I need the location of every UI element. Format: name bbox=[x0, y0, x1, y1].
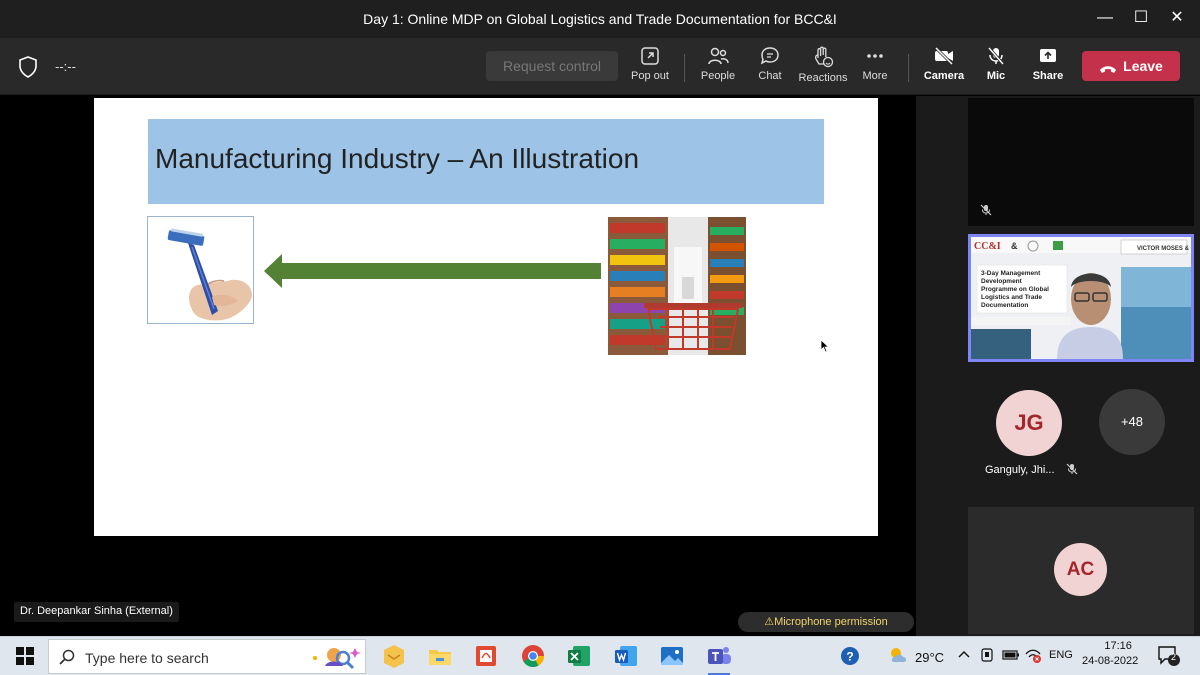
network-icon[interactable] bbox=[1024, 647, 1042, 663]
svg-text:Development: Development bbox=[981, 278, 1023, 285]
more-label: More bbox=[862, 70, 888, 82]
taskbar-search-box[interactable]: Type here to search bbox=[48, 639, 366, 674]
svg-text:CC&I: CC&I bbox=[974, 241, 1001, 252]
presentation-slide: Manufacturing Industry – An Illustration bbox=[94, 98, 878, 536]
minimize-button[interactable]: — bbox=[1090, 4, 1120, 32]
clock[interactable]: 17:16 24-08-2022 bbox=[1082, 640, 1138, 667]
notification-count: 2 bbox=[1171, 652, 1177, 662]
participant-avatar-ac[interactable]: AC bbox=[1054, 543, 1107, 596]
leave-label: Leave bbox=[1123, 58, 1163, 74]
close-window-button[interactable]: ✕ bbox=[1162, 4, 1192, 32]
window-title: Day 1: Online MDP on Global Logistics an… bbox=[363, 11, 837, 27]
camera-off-icon bbox=[934, 46, 954, 66]
mic-off-icon bbox=[987, 47, 1005, 65]
svg-text:Programme on Global: Programme on Global bbox=[981, 286, 1049, 293]
people-label: People bbox=[700, 70, 736, 82]
phone-hangup-icon bbox=[1100, 66, 1117, 73]
search-icon bbox=[59, 649, 75, 665]
chat-icon bbox=[760, 47, 779, 65]
device-icon[interactable] bbox=[980, 647, 994, 663]
window-title-bar: Day 1: Online MDP on Global Logistics an… bbox=[0, 0, 1200, 38]
supermarket-image bbox=[608, 217, 746, 355]
toolbar-divider bbox=[684, 54, 685, 82]
mouse-cursor-icon bbox=[820, 339, 830, 353]
clock-time: 17:16 bbox=[1104, 640, 1132, 652]
file-explorer-icon[interactable] bbox=[425, 641, 455, 671]
svg-text:Logistics and Trade: Logistics and Trade bbox=[981, 294, 1042, 301]
mic-label: Mic bbox=[986, 70, 1006, 82]
pop-out-label: Pop out bbox=[631, 70, 669, 82]
presenter-name-tag: Dr. Deepankar Sinha (External) bbox=[14, 602, 179, 622]
more-participants-button[interactable]: +48 bbox=[1099, 389, 1165, 455]
mic-button[interactable]: Mic bbox=[968, 46, 1024, 90]
svg-text:Documentation: Documentation bbox=[981, 302, 1028, 309]
more-button[interactable]: More bbox=[847, 46, 903, 90]
camera-label: Camera bbox=[923, 70, 965, 82]
chevron-up-icon[interactable] bbox=[958, 649, 970, 659]
teams-icon[interactable] bbox=[704, 641, 734, 671]
camera-button[interactable]: Camera bbox=[916, 46, 972, 90]
slide-title-bar: Manufacturing Industry – An Illustration bbox=[148, 119, 824, 204]
windows-start-icon[interactable] bbox=[16, 647, 34, 665]
more-dots-icon bbox=[867, 54, 883, 58]
share-button[interactable]: Share bbox=[1020, 46, 1076, 90]
pdf-reader-icon[interactable] bbox=[471, 641, 501, 671]
presenter-video-tile[interactable]: CC&I & VICTOR MOSES & CO. 3-Day Manageme… bbox=[968, 234, 1194, 362]
svg-text:?: ? bbox=[846, 650, 853, 664]
chat-label: Chat bbox=[758, 70, 782, 82]
toolbar-divider bbox=[908, 54, 909, 82]
razor-image bbox=[147, 216, 254, 324]
search-placeholder: Type here to search bbox=[85, 650, 209, 666]
language-indicator[interactable]: ENG bbox=[1049, 649, 1073, 661]
participant-video-tile[interactable] bbox=[968, 98, 1194, 226]
chat-button[interactable]: Chat bbox=[742, 46, 798, 90]
reactions-button[interactable]: Reactions bbox=[795, 46, 851, 90]
svg-text:&: & bbox=[1011, 241, 1018, 251]
request-control-button[interactable]: Request control bbox=[486, 51, 618, 81]
maximize-button[interactable]: ☐ bbox=[1126, 4, 1156, 32]
mic-off-icon bbox=[1066, 463, 1077, 475]
shield-icon[interactable] bbox=[18, 56, 38, 78]
pop-out-button[interactable]: Pop out bbox=[622, 46, 678, 90]
participant-avatar-jg[interactable]: JG bbox=[996, 390, 1062, 456]
pop-out-icon bbox=[641, 47, 659, 65]
presenter-video-feed: CC&I & VICTOR MOSES & CO. 3-Day Manageme… bbox=[971, 237, 1191, 359]
clock-date: 24-08-2022 bbox=[1082, 655, 1139, 667]
taskbar-app-icon-sticky[interactable] bbox=[379, 641, 409, 671]
mic-off-icon bbox=[980, 204, 992, 216]
people-button[interactable]: People bbox=[690, 46, 746, 90]
help-icon[interactable]: ? bbox=[840, 646, 860, 666]
word-icon[interactable] bbox=[611, 641, 641, 671]
temperature-text[interactable]: 29°C bbox=[915, 650, 944, 665]
slide-title: Manufacturing Industry – An Illustration bbox=[155, 143, 640, 174]
people-icon bbox=[708, 47, 729, 65]
svg-text:3-Day Management: 3-Day Management bbox=[981, 270, 1041, 277]
svg-text:VICTOR MOSES & CO.: VICTOR MOSES & CO. bbox=[1137, 246, 1191, 252]
windows-taskbar: Type here to search ? 29°C ENG 17:16 24-… bbox=[0, 636, 1200, 675]
notifications-button[interactable]: 2 bbox=[1157, 645, 1181, 672]
chrome-icon[interactable] bbox=[518, 641, 548, 671]
search-highlight-icon bbox=[313, 648, 361, 670]
participant-name-jg-text: Ganguly, Jhi... bbox=[985, 464, 1055, 476]
photos-icon[interactable] bbox=[657, 641, 687, 671]
battery-icon[interactable] bbox=[1002, 648, 1020, 662]
excel-icon[interactable] bbox=[564, 641, 594, 671]
microphone-permission-banner[interactable]: ⚠Microphone permission bbox=[738, 612, 914, 632]
share-label: Share bbox=[1032, 70, 1064, 82]
reactions-label: Reactions bbox=[798, 72, 848, 84]
participant-name-jg: Ganguly, Jhi... bbox=[985, 463, 1078, 476]
weather-icon[interactable] bbox=[888, 645, 910, 665]
leave-button[interactable]: Leave bbox=[1082, 51, 1180, 81]
share-icon bbox=[1040, 49, 1056, 62]
notification-icon bbox=[1158, 646, 1180, 666]
reactions-icon bbox=[814, 46, 834, 68]
meeting-toolbar: --:-- Request control Pop out People Cha… bbox=[0, 38, 1200, 95]
arrow-left-icon bbox=[264, 254, 601, 288]
meeting-timer: --:-- bbox=[55, 59, 76, 74]
